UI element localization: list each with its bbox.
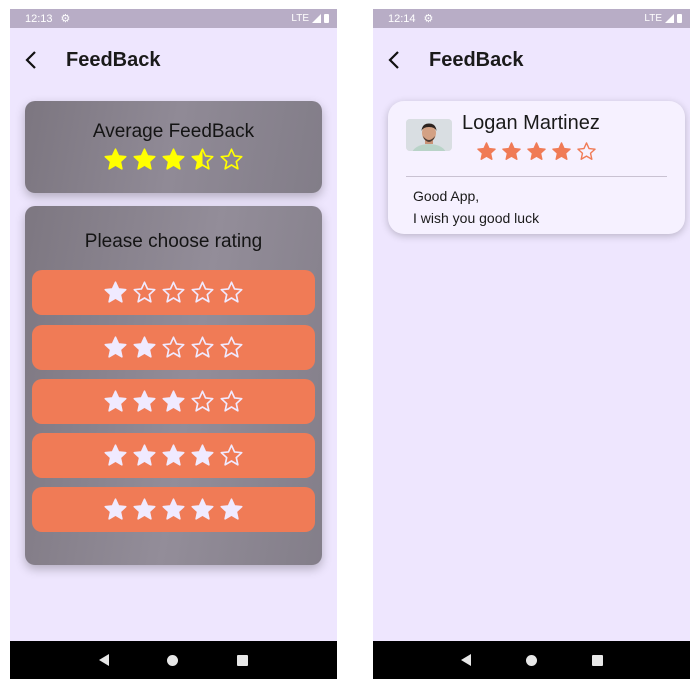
gear-icon: ⚙ — [60, 13, 71, 25]
gear-icon: ⚙ — [423, 13, 434, 25]
back-arrow-icon[interactable] — [10, 50, 52, 70]
star-filled-icon — [477, 142, 496, 160]
nav-home-icon[interactable] — [525, 654, 537, 666]
star-outline-icon — [191, 390, 214, 412]
status-bar: 12:14 ⚙ LTE — [373, 9, 690, 28]
system-nav-bar — [10, 641, 337, 679]
feedback-screen-left: 12:13 ⚙ LTE FeedBack Average FeedBack Pl… — [10, 9, 337, 679]
status-time: 12:13 — [25, 12, 53, 25]
star-outline-icon — [162, 336, 185, 358]
star-filled-icon — [133, 148, 156, 170]
battery-icon — [324, 14, 329, 23]
system-nav-bar — [373, 641, 690, 679]
rating-option-5[interactable] — [32, 487, 315, 532]
back-arrow-icon[interactable] — [373, 50, 415, 70]
average-rating-stars — [25, 147, 322, 172]
star-outline-icon — [191, 281, 214, 303]
star-filled-icon — [104, 281, 127, 303]
nav-recent-icon[interactable] — [236, 654, 248, 666]
app-bar: FeedBack — [10, 28, 337, 92]
rating-option-4[interactable] — [32, 433, 315, 478]
reviewer-name: Logan Martinez — [462, 112, 600, 134]
signal-icon — [665, 14, 674, 23]
choose-rating-label: Please choose rating — [84, 231, 263, 252]
star-outline-icon — [220, 336, 243, 358]
star-outline-icon — [133, 281, 156, 303]
star-filled-icon — [133, 390, 156, 412]
app-bar: FeedBack — [373, 28, 690, 92]
rating-option-1[interactable] — [32, 270, 315, 315]
nav-back-icon[interactable] — [460, 654, 471, 666]
star-filled-icon — [502, 142, 521, 160]
star-filled-icon — [162, 498, 185, 520]
star-outline-icon — [220, 148, 243, 170]
average-feedback-label: Average FeedBack — [92, 121, 255, 142]
star-outline-icon — [220, 281, 243, 303]
page-title: FeedBack — [66, 48, 161, 71]
choose-rating-card: Please choose rating — [25, 206, 322, 565]
star-filled-icon — [104, 444, 127, 466]
rating-option-2[interactable] — [32, 325, 315, 370]
star-filled-icon — [133, 336, 156, 358]
star-filled-icon — [104, 148, 127, 170]
star-filled-icon — [104, 498, 127, 520]
star-filled-icon — [552, 142, 571, 160]
star-filled-icon — [162, 390, 185, 412]
star-filled-icon — [133, 444, 156, 466]
star-filled-icon — [133, 498, 156, 520]
star-outline-icon — [191, 336, 214, 358]
star-half-icon — [191, 148, 214, 170]
network-label: LTE — [644, 13, 662, 24]
star-filled-icon — [162, 444, 185, 466]
review-text-line: Good App, — [413, 188, 480, 204]
feedback-screen-right: 12:14 ⚙ LTE FeedBack Logan Martinez Good… — [373, 9, 690, 679]
star-filled-icon — [191, 498, 214, 520]
review-card: Logan Martinez Good App, I wish you good… — [388, 101, 685, 234]
battery-icon — [677, 14, 682, 23]
review-text: Good App, I wish you good luck — [413, 185, 539, 229]
star-filled-icon — [162, 148, 185, 170]
star-filled-icon — [191, 444, 214, 466]
status-time: 12:14 — [388, 12, 416, 25]
review-rating-stars — [476, 141, 597, 162]
network-label: LTE — [291, 13, 309, 24]
rating-option-3[interactable] — [32, 379, 315, 424]
star-outline-icon — [220, 444, 243, 466]
star-filled-icon — [220, 498, 243, 520]
divider — [406, 176, 667, 177]
avatar — [406, 119, 452, 151]
star-filled-icon — [104, 390, 127, 412]
nav-home-icon[interactable] — [167, 654, 179, 666]
star-outline-icon — [162, 281, 185, 303]
page-title: FeedBack — [429, 48, 524, 71]
star-outline-icon — [577, 142, 596, 160]
nav-back-icon[interactable] — [99, 654, 110, 666]
star-outline-icon — [220, 390, 243, 412]
status-bar: 12:13 ⚙ LTE — [10, 9, 337, 28]
star-filled-icon — [104, 336, 127, 358]
nav-recent-icon[interactable] — [591, 654, 603, 666]
star-filled-icon — [527, 142, 546, 160]
review-text-line: I wish you good luck — [413, 210, 540, 226]
signal-icon — [312, 14, 321, 23]
average-feedback-card: Average FeedBack — [25, 101, 322, 193]
